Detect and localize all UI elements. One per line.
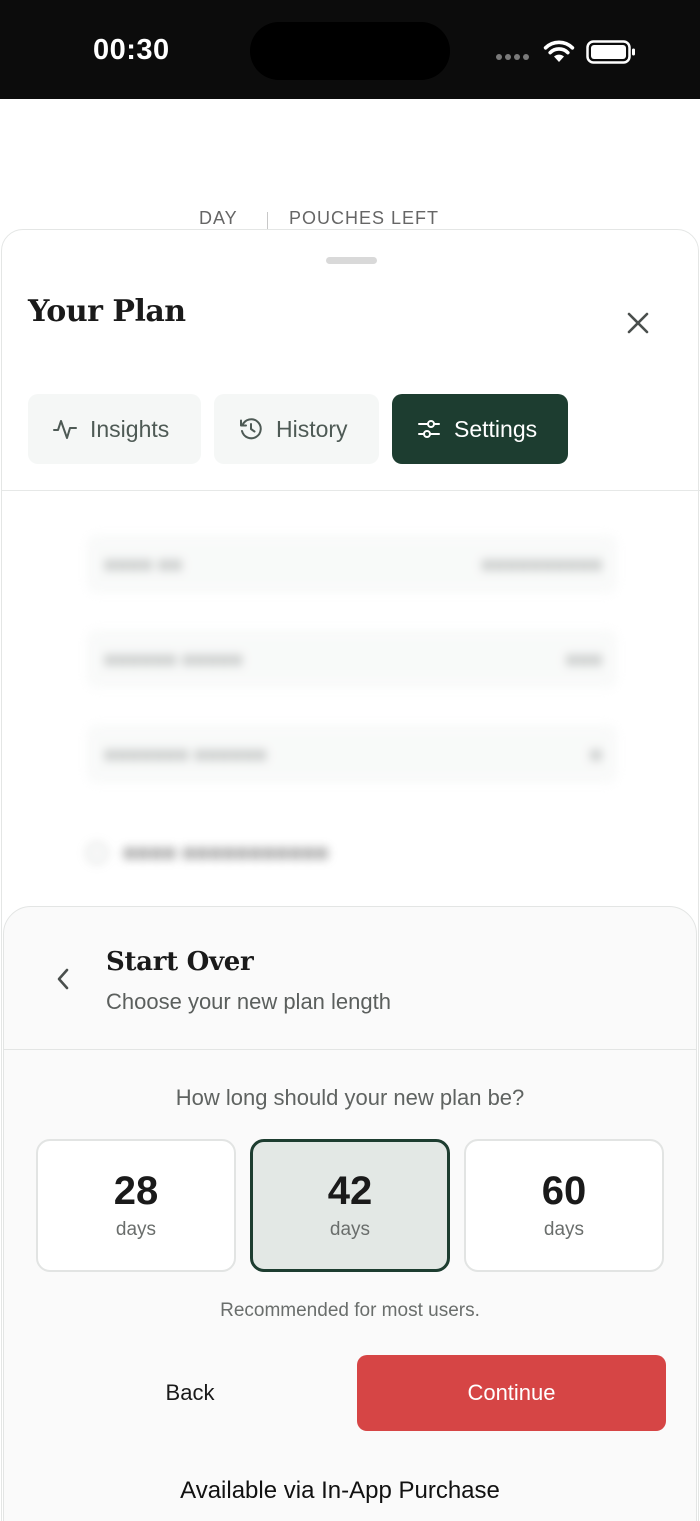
blurred-row: ■■■■ ■■ ■■■■■■■■■■ bbox=[87, 535, 617, 593]
option-value: 42 bbox=[327, 1168, 373, 1213]
tab-settings-label: Settings bbox=[454, 415, 538, 442]
wifi-icon bbox=[543, 40, 575, 62]
history-icon bbox=[240, 418, 262, 440]
option-unit: days bbox=[543, 1218, 585, 1240]
option-42-days[interactable]: 42 days bbox=[250, 1139, 450, 1272]
tab-insights[interactable]: Insights bbox=[28, 394, 201, 464]
tab-history-label: History bbox=[276, 415, 348, 442]
close-button[interactable] bbox=[622, 307, 654, 339]
header-divider bbox=[267, 212, 268, 230]
recommendation-note: Recommended for most users. bbox=[220, 1300, 480, 1321]
tab-history[interactable]: History bbox=[214, 394, 379, 464]
pouches-left-label: POUCHES LEFT bbox=[289, 208, 440, 228]
continue-button[interactable]: Continue bbox=[357, 1355, 666, 1431]
modal-title: Start Over bbox=[106, 947, 254, 977]
chevron-left-icon bbox=[57, 968, 69, 990]
start-over-modal: Start Over Choose your new plan length H… bbox=[3, 906, 697, 1521]
blurred-preferences: ■■■■ ■■■■■■■■■■■ bbox=[87, 840, 328, 866]
cellular-signal-icon bbox=[496, 54, 529, 60]
in-app-purchase-note: Available via In-App Purchase bbox=[180, 1477, 500, 1504]
option-value: 60 bbox=[541, 1168, 587, 1213]
close-icon bbox=[627, 312, 649, 334]
day-label: DAY bbox=[199, 208, 238, 228]
blurred-row: ■■■■■■ ■■■■■ ■■■ bbox=[87, 630, 617, 688]
sliders-icon bbox=[418, 420, 440, 438]
plan-length-options: 28 days 42 days 60 days bbox=[36, 1139, 664, 1272]
dynamic-island bbox=[250, 22, 450, 80]
modal-back-button[interactable] bbox=[48, 961, 78, 997]
option-60-days[interactable]: 60 days bbox=[464, 1139, 664, 1272]
battery-icon bbox=[586, 40, 635, 64]
option-28-days[interactable]: 28 days bbox=[36, 1139, 236, 1272]
sheet-title: Your Plan bbox=[28, 294, 186, 329]
option-value: 28 bbox=[113, 1168, 159, 1213]
back-button[interactable]: Back bbox=[90, 1355, 290, 1431]
tab-insights-label: Insights bbox=[90, 415, 170, 442]
tab-bar: Insights History Settings bbox=[28, 394, 568, 464]
modal-divider bbox=[4, 1049, 696, 1050]
blurred-row: ■■■■■■■ ■■■■■■ ■ bbox=[87, 725, 617, 783]
status-time: 00:30 bbox=[93, 34, 170, 66]
option-unit: days bbox=[329, 1218, 371, 1240]
sheet-grabber[interactable] bbox=[326, 257, 377, 264]
modal-subtitle: Choose your new plan length bbox=[106, 989, 391, 1014]
sheet-divider bbox=[2, 490, 700, 491]
tab-settings[interactable]: Settings bbox=[392, 394, 568, 464]
option-unit: days bbox=[115, 1218, 157, 1240]
blurred-settings-content: ■■■■ ■■ ■■■■■■■■■■ ■■■■■■ ■■■■■ ■■■ ■■■■■■… bbox=[42, 495, 657, 935]
pulse-icon bbox=[53, 420, 77, 439]
plan-length-question: How long should your new plan be? bbox=[175, 1085, 525, 1110]
status-bar: 00:30 bbox=[0, 0, 700, 99]
